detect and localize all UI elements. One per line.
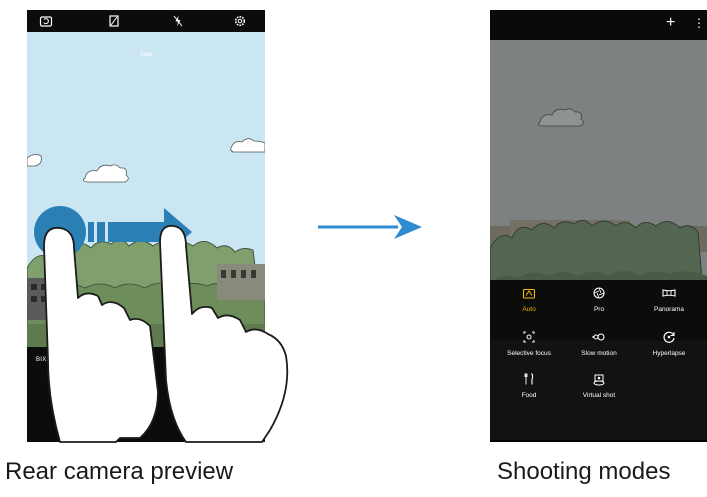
mode-label: Hyperlapse: [652, 350, 686, 357]
virtual-shot-icon: [593, 374, 605, 386]
mode-panorama[interactable]: Panorama: [633, 286, 705, 313]
mode-strip-label[interactable]: BIXBY: [36, 357, 55, 363]
add-mode-icon[interactable]: +: [666, 15, 675, 31]
mode-label: Auto: [522, 306, 536, 313]
settings-gear-icon[interactable]: [233, 14, 247, 28]
camera-preview[interactable]: Auto: [27, 32, 265, 347]
selective-focus-icon: [523, 331, 535, 343]
modes-top-bar: + ⋮: [490, 10, 707, 40]
mode-label: Panorama: [654, 306, 684, 313]
mode-label: Selective focus: [507, 350, 551, 357]
camera-top-bar: [27, 10, 265, 32]
current-mode-label: Auto: [139, 52, 153, 58]
auto-icon: [522, 288, 536, 299]
switch-camera-icon[interactable]: [39, 14, 53, 28]
more-options-icon[interactable]: ⋮: [693, 16, 705, 30]
mode-pro[interactable]: Pro: [563, 286, 635, 313]
caption-rear-camera-preview: Rear camera preview: [5, 458, 234, 485]
park-scene-illustration: [27, 32, 265, 347]
caption-shooting-modes: Shooting modes: [497, 458, 671, 485]
slow-motion-icon: [592, 333, 605, 341]
mode-strip[interactable]: BIXBY: [27, 347, 265, 375]
mode-virtual-shot[interactable]: Virtual shot: [563, 372, 635, 399]
mode-hyperlapse[interactable]: Hyperlapse: [633, 330, 705, 357]
mode-slow-motion[interactable]: Slow motion: [563, 330, 635, 357]
food-icon: [524, 373, 534, 385]
mode-label: Food: [521, 392, 537, 399]
mode-label: Pro: [593, 306, 605, 313]
left-phone-screen: Auto BIXBY: [27, 10, 265, 442]
mode-label: Slow motion: [581, 350, 617, 357]
flash-off-icon[interactable]: [171, 14, 185, 28]
hyperlapse-icon: [663, 331, 675, 343]
mode-auto[interactable]: Auto: [493, 286, 565, 313]
hdr-icon[interactable]: [107, 14, 121, 28]
transition-arrow-icon: [318, 215, 422, 239]
mode-selective-focus[interactable]: Selective focus: [493, 330, 565, 357]
panorama-icon: [662, 289, 676, 297]
shooting-modes-panel: Auto Pro Panorama Selective focus Slow m…: [490, 280, 707, 442]
mode-food[interactable]: Food: [493, 372, 565, 399]
mode-label: Virtual shot: [582, 392, 616, 399]
shutter-area: [27, 375, 265, 442]
right-phone-screen: + ⋮ Auto Pro Panorama Selective focus Sl…: [490, 10, 707, 442]
aperture-icon: [593, 287, 605, 299]
